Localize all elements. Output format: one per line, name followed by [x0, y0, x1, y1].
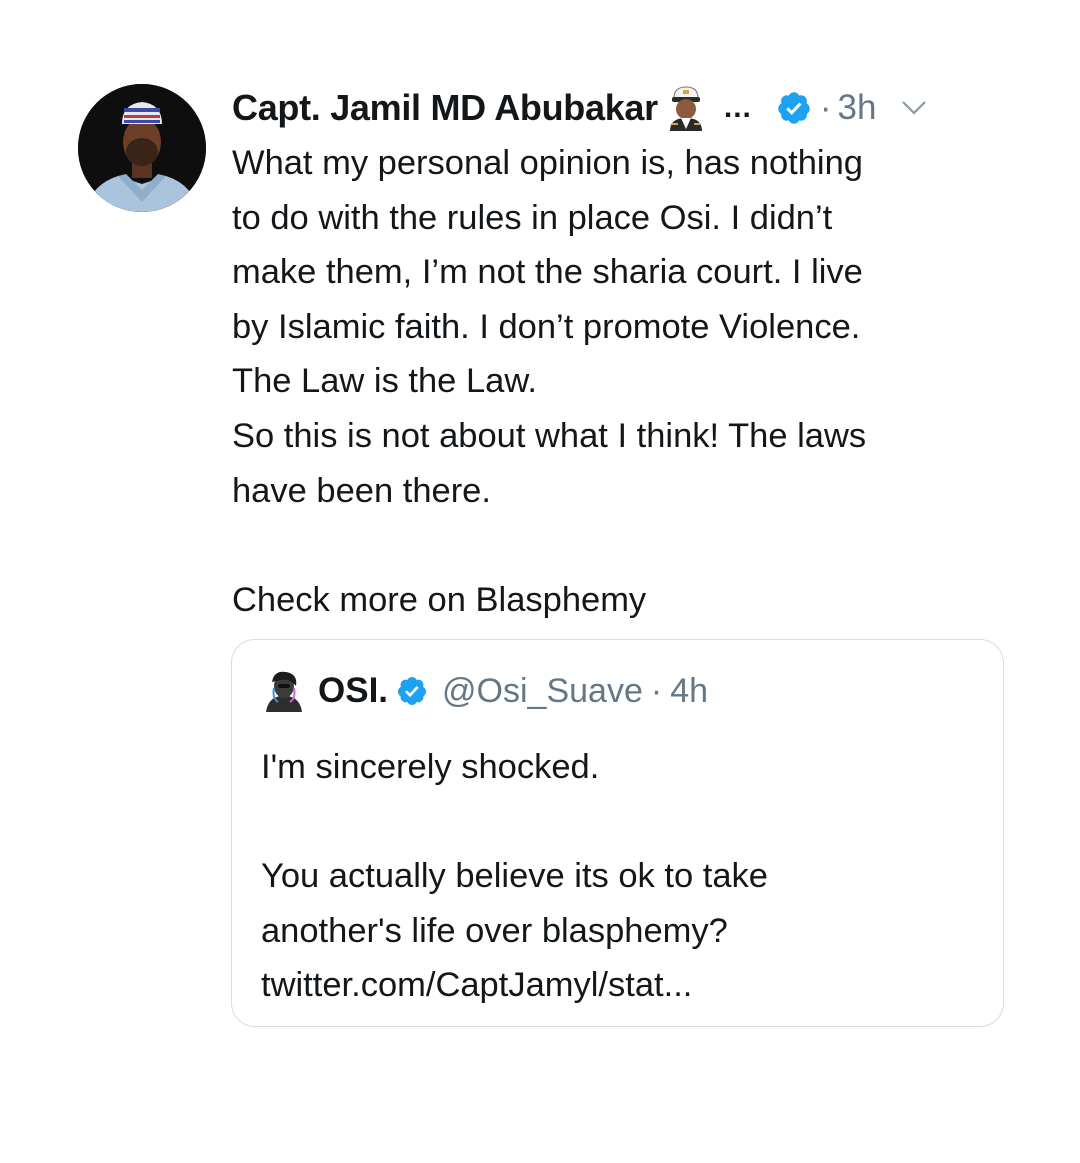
quoted-author-handle[interactable]: @Osi_Suave: [442, 672, 643, 711]
tweet-header: Capt. Jamil MD Abubakar ... · 3h: [232, 82, 928, 134]
tweet-line: make them, I’m not the sharia court. I l…: [232, 253, 863, 292]
author-avatar[interactable]: [78, 84, 206, 212]
chevron-down-icon[interactable]: [900, 98, 928, 118]
cut-off-text: [0, 0, 1080, 16]
quoted-line: You actually believe its ok to take: [261, 857, 768, 896]
tweet-line: by Islamic faith. I don’t promote Violen…: [232, 307, 861, 346]
tweet-line: to do with the rules in place Osi. I did…: [232, 198, 833, 237]
tweet-line: The Law is the Law.: [232, 362, 537, 401]
tweet-line: have been there.: [232, 471, 491, 510]
time-separator: ·: [819, 88, 832, 127]
tweet-time[interactable]: 3h: [838, 88, 877, 128]
quoted-tweet-text: I'm sincerely shocked. You actually beli…: [261, 740, 981, 1013]
tweet-text: What my personal opinion is, has nothing…: [232, 136, 1022, 627]
verified-badge-icon: [396, 675, 428, 707]
pilot-emoji-icon: [666, 85, 706, 131]
tweet-line: So this is not about what I think! The l…: [232, 416, 867, 455]
quoted-tweet-header: OSI. @Osi_Suave · 4h: [260, 668, 708, 714]
time-separator: ·: [650, 671, 663, 710]
quoted-line: I'm sincerely shocked.: [261, 748, 600, 786]
quoted-tweet-time: 4h: [670, 671, 709, 710]
quoted-link[interactable]: twitter.com/CaptJamyl/stat...: [261, 958, 981, 1013]
tweet-screenshot: Capt. Jamil MD Abubakar ... · 3h What my…: [0, 0, 1080, 1163]
tweet-line: Check more on Blasphemy: [232, 580, 647, 619]
quoted-author-name[interactable]: OSI.: [318, 671, 388, 711]
verified-badge-icon: [776, 90, 812, 126]
quoted-author-avatar: [260, 668, 306, 714]
quoted-line: another's life over blasphemy?: [261, 911, 728, 950]
quoted-tweet-card[interactable]: OSI. @Osi_Suave · 4h I'm sincerely shock…: [231, 639, 1004, 1027]
name-truncation: ...: [723, 91, 752, 124]
author-name[interactable]: Capt. Jamil MD Abubakar: [232, 87, 658, 129]
tweet-line: What my personal opinion is, has nothing: [232, 144, 863, 182]
